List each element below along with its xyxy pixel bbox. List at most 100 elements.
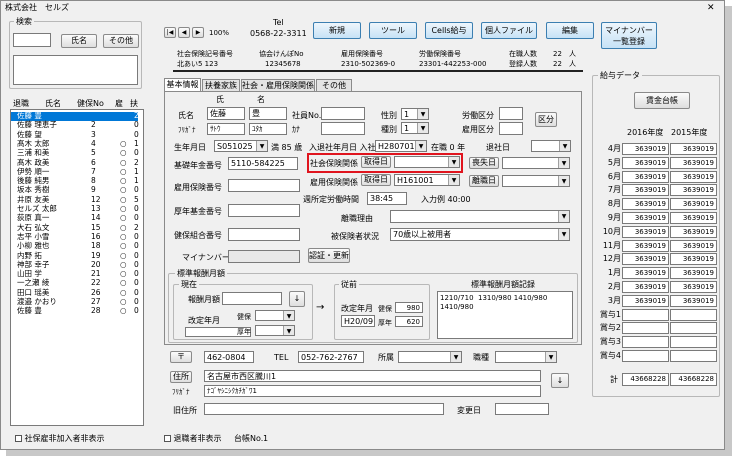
- salary-cell-a[interactable]: 3639019: [622, 253, 669, 266]
- loss-date-button[interactable]: 喪失日: [469, 157, 499, 169]
- salary-cell-b[interactable]: 3639019: [670, 170, 717, 183]
- employee-list[interactable]: 佐藤 豊 2 佐藤 理恵子 2 0 佐藤 望 3 0 髙木 太郎 4 ○ 1 三浦 和美 5 ○ 0 髙木 政美…: [10, 109, 144, 426]
- mynumber-register-button[interactable]: マイナンバー 一覧登録: [601, 22, 657, 49]
- emp-acq-button[interactable]: 取得日: [361, 174, 391, 186]
- list-item[interactable]: 髙木 政美 6 ○ 2: [11, 158, 139, 168]
- salary-cell-a[interactable]: 3639019: [622, 294, 669, 307]
- list-item[interactable]: 坂本 秀樹 9 ○ 0: [11, 186, 139, 195]
- std-prev-date[interactable]: H20/09: [341, 315, 375, 327]
- std-down-button[interactable]: ↓: [289, 291, 305, 307]
- salary-cell-a[interactable]: 3639019: [622, 212, 669, 224]
- salary-cell-a[interactable]: 3639019: [622, 281, 669, 293]
- list-item[interactable]: 内野 拓 19 ○ 0: [11, 251, 139, 261]
- retired-hide-checkbox[interactable]: [164, 435, 171, 442]
- kubun-button[interactable]: 区分: [535, 112, 557, 127]
- social-loss-select[interactable]: ▼: [502, 157, 570, 169]
- list-item[interactable]: 荻原 真一 14 ○ 0: [11, 214, 139, 223]
- old-addr-input[interactable]: [204, 403, 444, 415]
- salary-cell-b[interactable]: 3639019: [670, 143, 717, 155]
- mei-input[interactable]: 豊: [249, 107, 287, 120]
- koyo-ins-input[interactable]: [228, 179, 300, 192]
- leave-select[interactable]: ▼: [531, 140, 571, 152]
- change-date-input[interactable]: [495, 403, 549, 415]
- new-button[interactable]: 新規: [313, 22, 361, 39]
- addr-button[interactable]: 住所: [170, 371, 192, 383]
- cells-salary-button[interactable]: Cells給与: [425, 22, 473, 39]
- salary-cell-a[interactable]: 3639019: [622, 225, 669, 238]
- zip-input[interactable]: 462-0804: [204, 351, 254, 363]
- social-nonmember-checkbox[interactable]: [15, 435, 22, 442]
- mynumber-input[interactable]: [228, 250, 300, 263]
- addr-furi-input[interactable]: ﾅｺﾞﾔｼﾆｼｸｶﾁｶﾞﾜ1: [204, 385, 541, 397]
- zip-button[interactable]: 〒: [170, 351, 192, 363]
- salary-cell-b[interactable]: 3639019: [670, 253, 717, 266]
- salary-cell-b[interactable]: [670, 336, 717, 349]
- social-acq-select[interactable]: ▼: [394, 156, 460, 168]
- salary-cell-b[interactable]: 3639019: [670, 294, 717, 307]
- salary-cell-b[interactable]: 3639019: [670, 156, 717, 169]
- salary-cell-b[interactable]: [670, 350, 717, 362]
- list-item[interactable]: 小柳 雅也 18 ○ 0: [11, 242, 139, 251]
- koyo-kubun-input[interactable]: [499, 122, 523, 135]
- personal-file-button[interactable]: 個人ファイル: [481, 22, 537, 39]
- salary-cell-b[interactable]: 3639019: [670, 239, 717, 252]
- salary-cell-b[interactable]: 3639019: [670, 281, 717, 293]
- tel-input[interactable]: 052-762-2767: [298, 351, 364, 363]
- list-item[interactable]: 一之瀬 綾 22 ○ 0: [11, 279, 139, 288]
- tab-basic[interactable]: 基本情報: [164, 78, 201, 91]
- nav-prev-button[interactable]: ◀: [178, 27, 190, 38]
- tab-dependents[interactable]: 扶養家族: [202, 79, 240, 91]
- dependent-select[interactable]: 70歳以上被用者 ▼: [390, 228, 570, 241]
- type-select[interactable]: 1 ▼: [401, 122, 429, 134]
- salary-cell-a[interactable]: [622, 350, 669, 362]
- reason-select[interactable]: ▼: [390, 210, 570, 223]
- salary-cell-b[interactable]: 3639019: [670, 212, 717, 224]
- salary-cell-b[interactable]: 3639019: [670, 198, 717, 211]
- retired-hide-toggle[interactable]: 退職者非表示: [164, 434, 222, 444]
- std-prev-kosei[interactable]: 620: [395, 316, 423, 327]
- salary-cell-a[interactable]: 3639019: [622, 143, 669, 155]
- std-kosei-select[interactable]: ▼: [255, 325, 295, 336]
- search-input[interactable]: [13, 33, 51, 47]
- furi-sei-input[interactable]: ｻﾄｳ: [207, 123, 245, 135]
- sex-select[interactable]: 1 ▼: [401, 108, 429, 120]
- salary-cell-a[interactable]: 3639019: [622, 170, 669, 183]
- list-item[interactable]: 佐藤 理恵子 2 0: [11, 121, 139, 130]
- salary-cell-a[interactable]: [622, 322, 669, 335]
- tab-insurance[interactable]: 社会・雇用保険関係: [241, 79, 315, 91]
- emp-acq-select[interactable]: H161001 ▼: [394, 174, 460, 186]
- salary-cell-a[interactable]: [622, 308, 669, 321]
- list-item[interactable]: 井原 友美 12 ○ 5: [11, 195, 139, 205]
- salary-cell-a[interactable]: 3639019: [622, 184, 669, 197]
- dept-select[interactable]: ▼: [398, 351, 462, 363]
- wage-ledger-button[interactable]: 賃金台帳: [634, 92, 690, 109]
- std-kenpo-select[interactable]: ▼: [255, 310, 295, 321]
- acquisition-date-button[interactable]: 取得日: [361, 156, 391, 168]
- addr-input[interactable]: 名古屋市西区騰川1: [204, 370, 541, 382]
- sei-input[interactable]: 佐藤: [207, 107, 245, 120]
- emp-leave-select[interactable]: ▼: [502, 175, 570, 187]
- salary-cell-b[interactable]: [670, 308, 717, 321]
- salary-cell-a[interactable]: 3639019: [622, 267, 669, 280]
- leave-date-button[interactable]: 離職日: [469, 175, 499, 187]
- salary-cell-a[interactable]: 3639019: [622, 198, 669, 211]
- auth-update-button[interactable]: 認証・更新: [308, 248, 350, 263]
- edit-button[interactable]: 編集: [546, 22, 594, 39]
- std-prev-kenpo[interactable]: 980: [395, 302, 423, 313]
- salary-cell-a[interactable]: 3639019: [622, 156, 669, 169]
- tab-other[interactable]: その他: [316, 79, 352, 91]
- entry-select[interactable]: H280701 ▼: [375, 140, 427, 152]
- addr-down-button[interactable]: ↓: [551, 373, 569, 388]
- birth-select[interactable]: S051025 ▼: [214, 140, 268, 152]
- std-kojin-input[interactable]: [222, 292, 282, 305]
- salary-cell-a[interactable]: 3639019: [622, 239, 669, 252]
- nav-next-button[interactable]: ▶: [192, 27, 204, 38]
- salary-cell-b[interactable]: 3639019: [670, 267, 717, 280]
- weekly-input[interactable]: 38:45: [367, 192, 407, 205]
- salary-cell-a[interactable]: [622, 336, 669, 349]
- search-other-button[interactable]: その他: [103, 34, 139, 48]
- list-item[interactable]: 佐藤 望 3 0: [11, 130, 139, 140]
- salary-cell-b[interactable]: 3639019: [670, 225, 717, 238]
- shain-input[interactable]: [321, 107, 365, 120]
- kana-input[interactable]: [321, 122, 365, 135]
